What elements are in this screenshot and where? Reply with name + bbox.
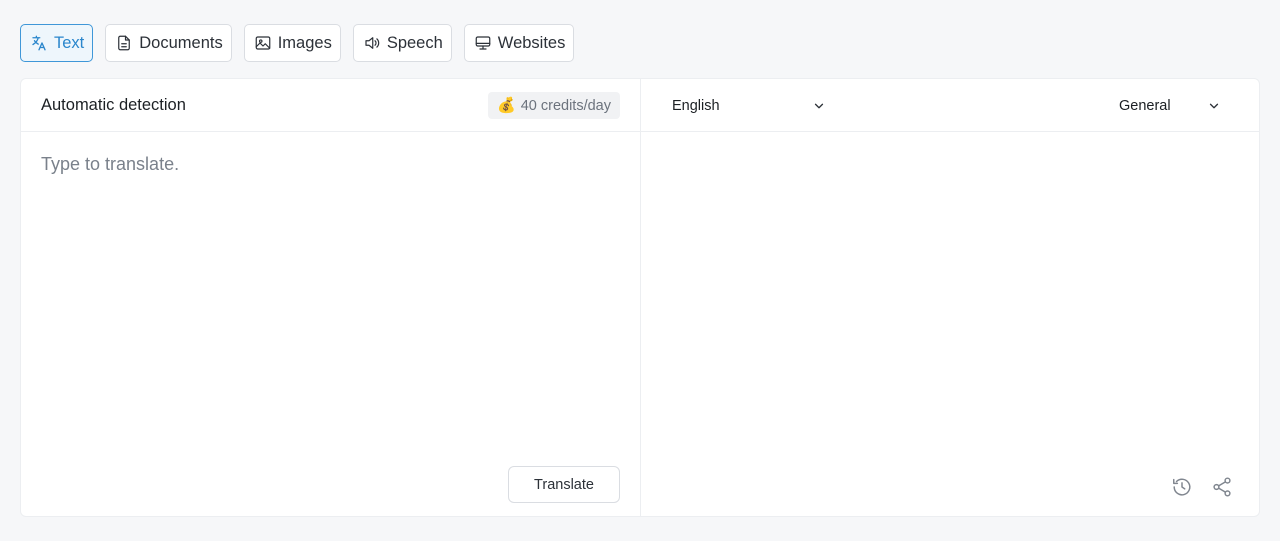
domain-value: General: [1119, 98, 1171, 114]
credits-label: 40 credits/day: [520, 97, 611, 114]
tab-documents[interactable]: Documents: [105, 24, 232, 62]
target-header: English General: [641, 79, 1259, 132]
chevron-down-icon: [1209, 103, 1219, 109]
domain-select[interactable]: General: [1119, 93, 1221, 119]
translate-icon: [32, 35, 46, 51]
target-language-value: English: [672, 98, 720, 114]
tab-speech[interactable]: Speech: [352, 24, 452, 62]
target-language-select[interactable]: English: [672, 93, 826, 119]
tab-speech-label: Speech: [386, 33, 443, 52]
share-icon[interactable]: [1211, 476, 1233, 498]
source-pane: Automatic detection 💰 40 credits/day Tra…: [21, 79, 641, 516]
tab-documents-label: Documents: [139, 33, 223, 52]
speaker-icon: [365, 37, 380, 49]
tab-images-label: Images: [277, 33, 332, 52]
translator-panel: Automatic detection 💰 40 credits/day Tra…: [20, 78, 1260, 517]
source-text-input[interactable]: [41, 154, 621, 434]
translate-button[interactable]: Translate: [508, 466, 620, 503]
monitor-icon: [475, 36, 491, 50]
tab-images[interactable]: Images: [243, 24, 341, 62]
chevron-down-icon: [814, 103, 824, 109]
document-icon: [118, 35, 131, 51]
history-icon[interactable]: [1171, 476, 1193, 498]
tab-websites[interactable]: Websites: [463, 24, 575, 62]
target-pane: English General: [641, 79, 1259, 516]
money-bag-icon: 💰: [497, 97, 516, 114]
credits-badge: 💰 40 credits/day: [488, 92, 620, 119]
tab-websites-label: Websites: [497, 33, 566, 52]
source-header: Automatic detection 💰 40 credits/day: [21, 79, 640, 132]
tab-text[interactable]: Text: [20, 24, 94, 62]
output-actions: [1171, 476, 1233, 498]
source-language-selector[interactable]: Automatic detection: [41, 96, 186, 115]
image-icon: [255, 36, 271, 50]
mode-tabs: Text Documents Images Speech Websites: [20, 24, 575, 62]
tab-text-label: Text: [54, 33, 85, 52]
